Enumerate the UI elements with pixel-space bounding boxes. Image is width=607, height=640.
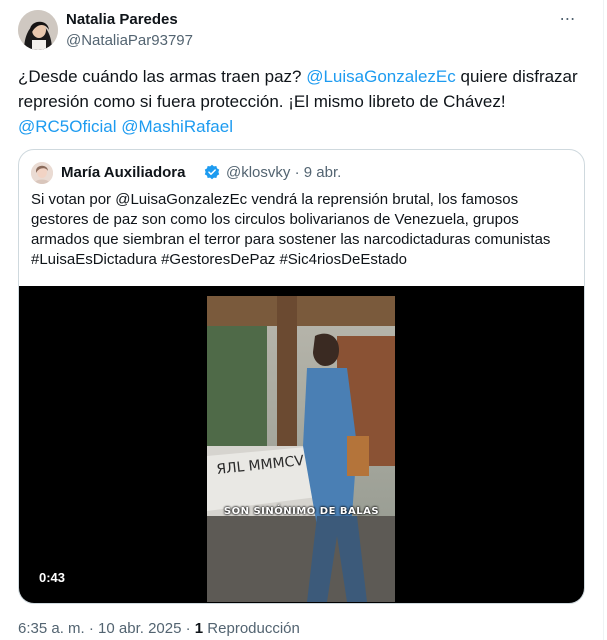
video-player[interactable]: ЯЛԼ ⅯⅯⅯⅭⅤ SON SINÓNIMO DE BALAS 0:43 [19, 286, 584, 603]
views-label: Reproducción [203, 620, 300, 637]
more-options-icon[interactable]: ⋯ [551, 10, 585, 40]
tweet-timestamp[interactable]: 6:35 a. m. · 10 abr. 2025 [18, 620, 181, 637]
avatar-photo-icon [31, 162, 53, 184]
footer-separator: · [181, 620, 195, 637]
quoted-date[interactable]: 9 abr. [304, 164, 342, 181]
quoted-author-name[interactable]: María Auxiliadora [61, 164, 185, 181]
quoted-tweet-text: Si votan por @LuisaGonzalezEc vendrá la … [31, 191, 551, 268]
video-caption: SON SINÓNIMO DE BALAS [223, 506, 380, 517]
verified-badge-icon [204, 164, 220, 180]
video-duration: 0:43 [39, 570, 66, 585]
video-thumbnail-icon: ЯЛԼ ⅯⅯⅯⅭⅤ [207, 296, 395, 602]
mention-link[interactable]: @RC5Oficial [18, 117, 117, 136]
meta-separator: · [294, 164, 300, 181]
tweet-footer: 6:35 a. m. · 10 abr. 2025 · 1 Reproducci… [18, 620, 300, 637]
tweet-text-part: ¿Desde cuándo las armas traen paz? [18, 67, 307, 86]
avatar-photo-icon [18, 10, 58, 50]
author-handle[interactable]: @NataliaPar93797 [66, 32, 193, 49]
author-name[interactable]: Natalia Paredes [66, 11, 178, 28]
tweet-card: Natalia Paredes @NataliaPar93797 ⋯ ¿Desd… [0, 0, 604, 640]
author-avatar[interactable] [18, 10, 58, 50]
mention-link[interactable]: @LuisaGonzalezEc [306, 67, 456, 86]
tweet-header: Natalia Paredes @NataliaPar93797 ⋯ [18, 10, 585, 54]
tweet-text: ¿Desde cuándo las armas traen paz? @Luis… [18, 64, 586, 139]
video-frame: ЯЛԼ ⅯⅯⅯⅭⅤ [207, 296, 395, 602]
views-count: 1 [194, 620, 204, 637]
quoted-meta: @klosvky · 9 abr. [226, 164, 341, 181]
mention-link[interactable]: @MashiRafael [121, 117, 233, 136]
quoted-tweet[interactable]: María Auxiliadora @klosvky · 9 abr. Si v… [18, 149, 585, 604]
quoted-author-handle[interactable]: @klosvky [226, 164, 290, 181]
quoted-author-avatar[interactable] [31, 162, 53, 184]
quoted-tweet-header: María Auxiliadora @klosvky · 9 abr. [31, 162, 572, 184]
